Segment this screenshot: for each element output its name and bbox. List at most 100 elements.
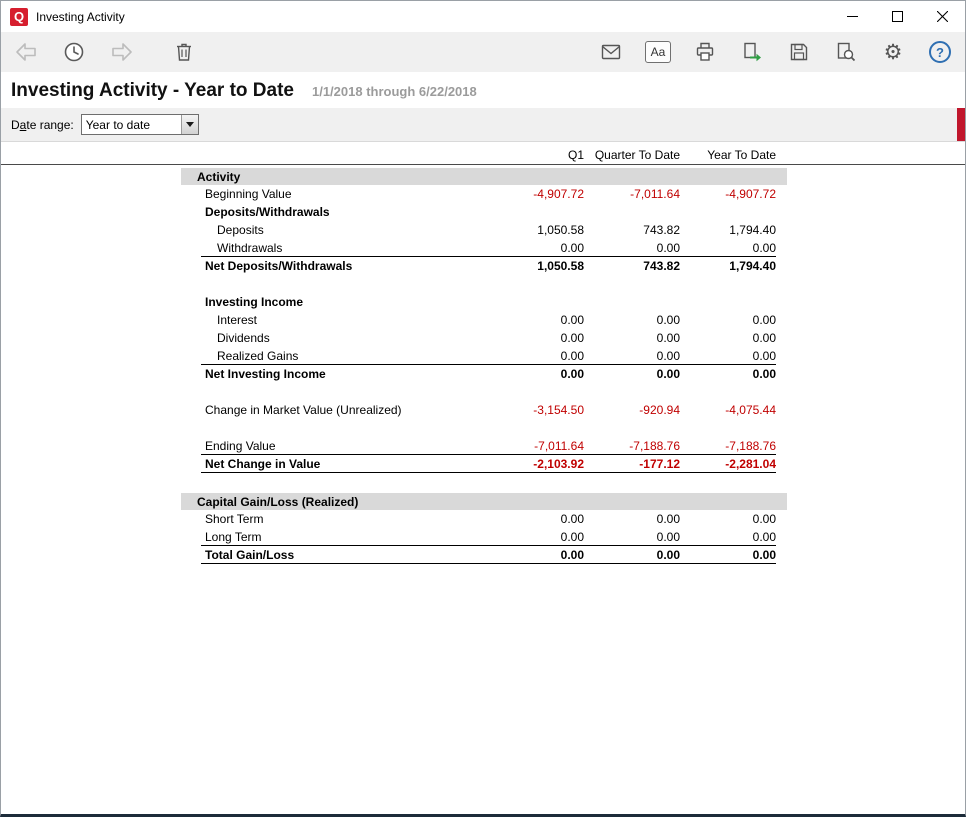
table-row: Net Deposits/Withdrawals1,050.58743.821,…	[201, 257, 776, 275]
section-header: Capital Gain/Loss (Realized)	[181, 493, 787, 510]
amount-cell[interactable]: 1,050.58	[488, 223, 584, 237]
table-row: Short Term0.000.000.00	[201, 510, 776, 528]
table-row: Interest0.000.000.00	[201, 311, 776, 329]
date-range-select[interactable]: Year to date	[81, 114, 199, 135]
amount-cell[interactable]: 0.00	[680, 512, 776, 526]
quicken-logo-icon: Q	[10, 8, 28, 26]
amount-cell[interactable]: -4,075.44	[680, 403, 776, 417]
amount-cell[interactable]: 0.00	[680, 530, 776, 544]
amount-cell[interactable]: 0.00	[680, 241, 776, 255]
amount-cell[interactable]: 0.00	[488, 331, 584, 345]
amount-cell[interactable]: 0.00	[680, 349, 776, 363]
amount-cell[interactable]: 0.00	[680, 548, 776, 562]
amount-cell[interactable]: -7,188.76	[584, 439, 680, 453]
settings-icon: ⚙	[884, 42, 903, 63]
print-preview-button[interactable]	[833, 39, 859, 65]
table-row: Deposits1,050.58743.821,794.40	[201, 221, 776, 239]
back-button[interactable]	[13, 39, 39, 65]
row-label: Total Gain/Loss	[201, 548, 488, 562]
amount-cell[interactable]: -7,011.64	[584, 187, 680, 201]
amount-cell[interactable]: 0.00	[488, 241, 584, 255]
save-button[interactable]	[786, 39, 812, 65]
column-header-label: Q1	[488, 148, 584, 162]
export-button[interactable]	[739, 39, 765, 65]
titlebar: Q Investing Activity	[1, 1, 965, 32]
font-size-icon: Aa	[645, 41, 671, 63]
row-label: Long Term	[201, 530, 488, 544]
amount-cell[interactable]: 0.00	[488, 512, 584, 526]
amount-cell[interactable]: -4,907.72	[680, 187, 776, 201]
row-label: Change in Market Value (Unrealized)	[201, 403, 488, 417]
maximize-icon	[892, 11, 903, 22]
toolbar-left-group	[13, 39, 197, 65]
row-label: Investing Income	[201, 295, 488, 309]
amount-cell[interactable]: -2,103.92	[488, 457, 584, 471]
maximize-button[interactable]	[875, 1, 920, 32]
report-header: Investing Activity - Year to Date 1/1/20…	[1, 72, 965, 108]
history-button[interactable]	[61, 39, 87, 65]
minimize-button[interactable]	[830, 1, 875, 32]
amount-cell[interactable]: 1,794.40	[680, 223, 776, 237]
print-icon	[693, 40, 717, 64]
amount-cell[interactable]: 0.00	[488, 349, 584, 363]
table-row: Total Gain/Loss0.000.000.00	[201, 546, 776, 564]
spacer-row	[181, 275, 787, 293]
amount-cell[interactable]: 0.00	[488, 367, 584, 381]
amount-cell[interactable]: 1,050.58	[488, 259, 584, 273]
forward-icon	[110, 40, 134, 64]
amount-cell[interactable]: 743.82	[584, 223, 680, 237]
row-label: Withdrawals	[201, 241, 488, 255]
amount-cell[interactable]: 0.00	[584, 530, 680, 544]
table-row: Beginning Value-4,907.72-7,011.64-4,907.…	[201, 185, 776, 203]
delete-button[interactable]	[171, 39, 197, 65]
amount-cell[interactable]: 0.00	[584, 512, 680, 526]
export-icon	[740, 40, 764, 64]
close-button[interactable]	[920, 1, 965, 32]
column-header-row: Q1Quarter To DateYear To Date	[201, 146, 776, 164]
row-label: Ending Value	[201, 439, 488, 453]
amount-cell[interactable]: -2,281.04	[680, 457, 776, 471]
table-row: Change in Market Value (Unrealized)-3,15…	[201, 401, 776, 419]
row-label: Dividends	[201, 331, 488, 345]
row-label: Net Investing Income	[201, 367, 488, 381]
amount-cell[interactable]: 0.00	[680, 367, 776, 381]
date-range-subtitle: 1/1/2018 through 6/22/2018	[312, 84, 477, 99]
amount-cell[interactable]: 1,794.40	[680, 259, 776, 273]
date-range-value: Year to date	[82, 115, 181, 134]
table-row: Withdrawals0.000.000.00	[201, 239, 776, 257]
amount-cell[interactable]: 0.00	[584, 349, 680, 363]
amount-cell[interactable]: 0.00	[488, 548, 584, 562]
settings-button[interactable]: ⚙	[880, 39, 906, 65]
amount-cell[interactable]: 0.00	[680, 331, 776, 345]
minimize-icon	[847, 11, 858, 22]
row-label: Beginning Value	[201, 187, 488, 201]
table-row: Investing Income	[201, 293, 776, 311]
amount-cell[interactable]: -177.12	[584, 457, 680, 471]
amount-cell[interactable]: -3,154.50	[488, 403, 584, 417]
dropdown-button[interactable]	[181, 115, 198, 134]
amount-cell[interactable]: 0.00	[584, 313, 680, 327]
amount-cell[interactable]: -7,188.76	[680, 439, 776, 453]
email-button[interactable]	[598, 39, 624, 65]
spacer-row	[181, 419, 787, 437]
amount-cell[interactable]: -920.94	[584, 403, 680, 417]
amount-cell[interactable]: 0.00	[584, 241, 680, 255]
amount-cell[interactable]: -4,907.72	[488, 187, 584, 201]
row-label: Net Change in Value	[201, 457, 488, 471]
amount-cell[interactable]: 0.00	[488, 530, 584, 544]
amount-cell[interactable]: 0.00	[584, 548, 680, 562]
amount-cell[interactable]: 0.00	[488, 313, 584, 327]
amount-cell[interactable]: -7,011.64	[488, 439, 584, 453]
close-icon	[937, 11, 948, 22]
row-label: Deposits	[201, 223, 488, 237]
help-button[interactable]: ?	[927, 39, 953, 65]
amount-cell[interactable]: 0.00	[584, 331, 680, 345]
amount-cell[interactable]: 0.00	[680, 313, 776, 327]
forward-button[interactable]	[109, 39, 135, 65]
print-button[interactable]	[692, 39, 718, 65]
row-label: Net Deposits/Withdrawals	[201, 259, 488, 273]
amount-cell[interactable]: 0.00	[584, 367, 680, 381]
row-label: Realized Gains	[201, 349, 488, 363]
amount-cell[interactable]: 743.82	[584, 259, 680, 273]
font-size-button[interactable]: Aa	[645, 39, 671, 65]
